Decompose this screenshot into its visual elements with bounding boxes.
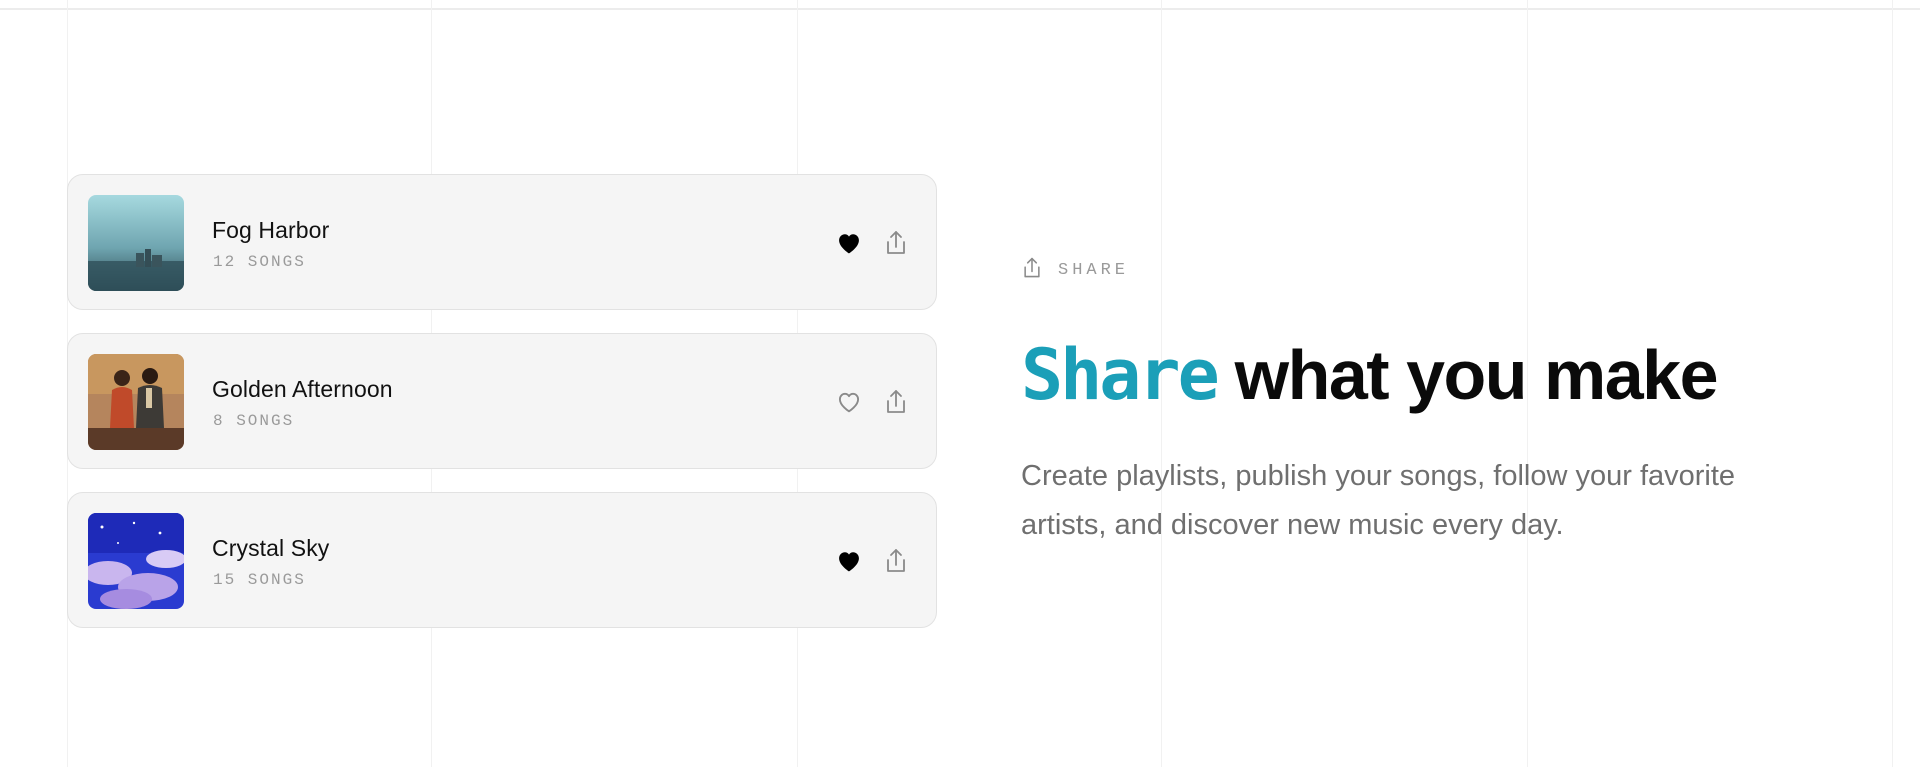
playlist-title: Golden Afternoon — [212, 376, 393, 402]
playlist-title: Crystal Sky — [212, 535, 330, 561]
heart-outline-icon[interactable] — [835, 388, 863, 416]
grid-line — [1892, 0, 1893, 767]
playlist-card[interactable]: Fog Harbor 12 SONGS — [67, 174, 937, 310]
playlist-song-count: 8 SONGS — [213, 412, 295, 430]
headline-rest: what you make — [1216, 336, 1719, 414]
playlist-song-count: 12 SONGS — [213, 253, 306, 271]
playlist-cover — [88, 195, 184, 291]
headline: Share what you make — [1021, 332, 1719, 418]
playlist-song-count: 15 SONGS — [213, 571, 306, 589]
top-divider — [0, 8, 1920, 10]
share-icon[interactable] — [884, 547, 908, 575]
heart-filled-icon[interactable] — [835, 547, 863, 575]
eyebrow-label: SHARE — [1058, 260, 1130, 280]
playlist-list: Fog Harbor 12 SONGS Golden Afternoon 8 S… — [67, 174, 939, 651]
section-description: Create playlists, publish your songs, fo… — [1021, 460, 1736, 541]
section-eyebrow: SHARE — [1021, 256, 1130, 285]
share-icon[interactable] — [884, 388, 908, 416]
playlist-cover — [88, 354, 184, 450]
playlist-card[interactable]: Golden Afternoon 8 SONGS — [67, 333, 937, 469]
headline-accent: Share — [1021, 334, 1220, 416]
share-icon — [1021, 256, 1043, 285]
playlist-title: Fog Harbor — [212, 217, 330, 243]
share-icon[interactable] — [884, 229, 908, 257]
page: Fog Harbor 12 SONGS Golden Afternoon 8 S… — [0, 0, 1920, 767]
playlist-card[interactable]: Crystal Sky 15 SONGS — [67, 492, 937, 628]
heart-filled-icon[interactable] — [835, 229, 863, 257]
playlist-cover — [88, 513, 184, 609]
